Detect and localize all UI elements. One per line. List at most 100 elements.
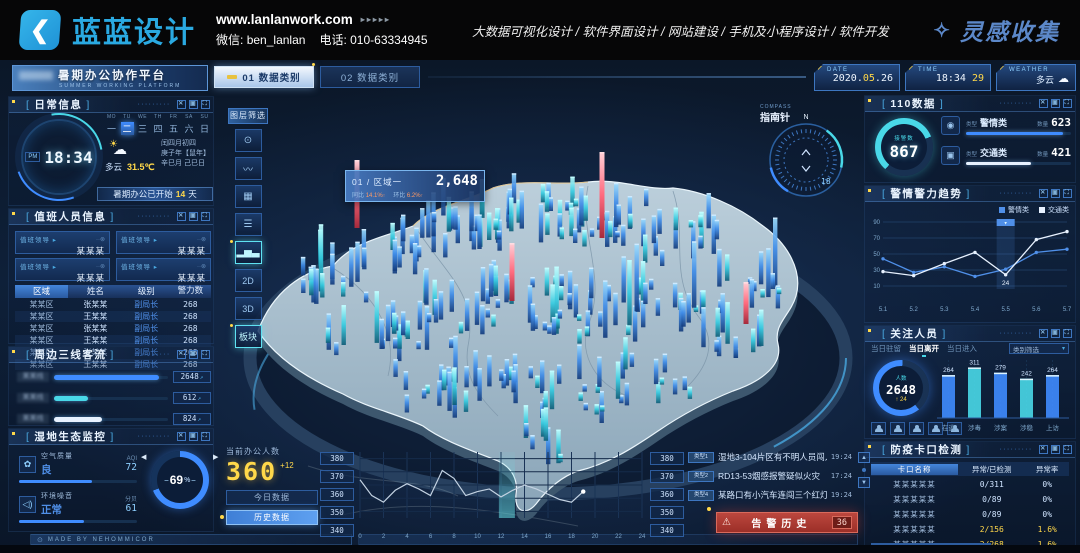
panel-title: 110数据 xyxy=(890,96,935,111)
svg-text:0: 0 xyxy=(358,534,362,540)
svg-text:50: 50 xyxy=(873,252,880,258)
weekday-cell[interactable]: TU二 xyxy=(121,114,134,135)
weekday-cell[interactable]: MO一 xyxy=(105,114,118,135)
bar-chart-icon[interactable]: ▂▅▃ xyxy=(235,241,262,264)
website-link[interactable]: www.lanlanwork.com xyxy=(216,12,353,27)
weather-label: WEATHER xyxy=(997,65,1075,73)
weekday-cell[interactable]: FR五 xyxy=(167,114,180,135)
brand-name: 蓝蓝设计 xyxy=(72,9,196,51)
checkpoint-row[interactable]: 某某某某某2/1561.6% xyxy=(871,523,1069,536)
scroll-down-icon[interactable]: ▼ xyxy=(858,477,870,488)
y-axis-right: 380370360350340 xyxy=(650,452,684,537)
today-data-button[interactable]: 今日数据 xyxy=(226,490,318,505)
person-icon[interactable] xyxy=(909,422,924,435)
flow-value: 824 xyxy=(173,413,211,425)
tab-data-category-1[interactable]: 01 数据类别 xyxy=(214,66,314,88)
close-icon[interactable]: ✕ xyxy=(1039,99,1048,108)
expand-icon[interactable]: ⛶ xyxy=(1063,99,1072,108)
expand-icon[interactable]: ⛶ xyxy=(201,100,210,109)
duty-row[interactable]: 某某区王某某副局长268 xyxy=(15,311,211,322)
close-icon[interactable]: ✕ xyxy=(177,212,186,221)
arrows-decoration: ▸▸▸▸▸ xyxy=(361,15,391,24)
weather-icon: ☀☁ xyxy=(109,141,131,157)
y-axis-left: 380370360350340 xyxy=(320,452,354,537)
more-icon[interactable]: ··⊗ xyxy=(96,236,105,243)
flow-bar xyxy=(54,397,168,400)
expand-icon[interactable]: ⛶ xyxy=(1063,329,1072,338)
person-icon[interactable] xyxy=(890,422,905,435)
eco-gauge-value: 69 xyxy=(170,473,183,487)
mode-3d-button[interactable]: 3D xyxy=(235,297,262,320)
duty-leader-card[interactable]: 值班领导··⊗某某某 xyxy=(15,231,110,254)
expand-icon[interactable]: ⛶ xyxy=(1063,445,1072,454)
close-icon[interactable]: ✕ xyxy=(1039,445,1048,454)
redacted-prefix xyxy=(19,71,53,80)
grid-icon[interactable]: ▦ xyxy=(235,185,262,208)
more-icon[interactable]: ··⊗ xyxy=(96,263,105,270)
flow-value: 2648 xyxy=(173,371,211,383)
more-icon[interactable]: ··⊗ xyxy=(197,263,206,270)
gauge-right-arrow[interactable]: ▶ xyxy=(213,453,218,461)
gauge-delta: ↑ 24 xyxy=(895,397,906,403)
warning-icon: ⚠ xyxy=(722,518,731,528)
list-icon[interactable]: ☰ xyxy=(235,213,262,236)
tab-data-category-2[interactable]: 02 数据类别 xyxy=(320,66,420,88)
personnel-bar-chart[interactable]: 264在逃311涉毒279涉案242涉稳264上访 xyxy=(933,352,1073,438)
expand-icon[interactable]: ⛶ xyxy=(1063,189,1072,198)
alarm-history-button[interactable]: ⚠ 告警历史 36 xyxy=(716,512,858,533)
mode-block-button[interactable]: 板块 xyxy=(235,325,262,348)
duty-row[interactable]: 某某区张某某副局长268 xyxy=(15,299,211,310)
expand-icon[interactable]: ⛶ xyxy=(201,432,210,441)
mode-2d-button[interactable]: 2D xyxy=(235,269,262,292)
checkpoint-row[interactable]: 某某某某某0/3110% xyxy=(871,478,1069,491)
trend-line-chart[interactable]: 9070503010▾245.15.25.35.45.55.65.7 xyxy=(867,214,1073,314)
flow-line-label: 某某线 xyxy=(17,414,49,424)
window-icon[interactable]: ▣ xyxy=(189,350,198,359)
more-icon[interactable]: ··⊗ xyxy=(197,236,206,243)
expand-icon[interactable]: ⛶ xyxy=(201,212,210,221)
svg-text:6: 6 xyxy=(429,534,433,540)
duty-leader-card[interactable]: 值班领导··⊗某某某 xyxy=(116,258,211,281)
alarm-row[interactable]: 类型4某路口有小汽车连闯三个红灯19:24 xyxy=(688,488,852,502)
duty-leader-card[interactable]: 值班领导··⊗某某某 xyxy=(15,258,110,281)
gauge-left-arrow[interactable]: ◀ xyxy=(141,453,146,461)
duty-row[interactable]: 某某区张某某副局长268 xyxy=(15,323,211,334)
camera-icon[interactable]: ⊙ xyxy=(235,129,262,152)
gauge-label: 人数 xyxy=(895,374,906,382)
window-icon[interactable]: ▣ xyxy=(1051,189,1060,198)
duty-leader-card[interactable]: 值班领导··⊗某某某 xyxy=(116,231,211,254)
checkpoint-row[interactable]: 某某某某某0/890% xyxy=(871,508,1069,521)
window-icon[interactable]: ▣ xyxy=(189,212,198,221)
phone-label: 电话: xyxy=(319,33,346,47)
weekday-cell[interactable]: SU日 xyxy=(198,114,211,135)
scroll-up-icon[interactable]: ▲ xyxy=(858,452,870,463)
person-icon[interactable] xyxy=(871,422,886,435)
close-icon[interactable]: ✕ xyxy=(177,350,186,359)
weekday-cell[interactable]: TH四 xyxy=(152,114,165,135)
weekday-cell[interactable]: SA六 xyxy=(183,114,196,135)
window-icon[interactable]: ▣ xyxy=(1051,99,1060,108)
close-icon[interactable]: ✕ xyxy=(177,432,186,441)
history-data-button[interactable]: 历史数据 xyxy=(226,510,318,525)
eco-gauge: 69% xyxy=(151,451,209,509)
expand-icon[interactable]: ⛶ xyxy=(201,350,210,359)
office-trend-chart[interactable]: 024681012141618202224 xyxy=(356,448,648,540)
radar-icon[interactable]: 〰 xyxy=(235,157,262,180)
alarm-row[interactable]: 类型2RD13-53烟感报警疑似火灾17:24 xyxy=(688,469,852,483)
window-icon[interactable]: ▣ xyxy=(189,432,198,441)
checkpoint-row[interactable]: 某某某某某0/890% xyxy=(871,493,1069,506)
close-icon[interactable]: ✕ xyxy=(177,100,186,109)
window-icon[interactable]: ▣ xyxy=(1051,329,1060,338)
svg-text:10: 10 xyxy=(474,534,481,540)
close-icon[interactable]: ✕ xyxy=(1039,329,1048,338)
alarm-row[interactable]: 类型1湿地3-104片区有不明人员闯入19:24 xyxy=(688,450,852,464)
window-icon[interactable]: ▣ xyxy=(189,100,198,109)
weekday-cell[interactable]: WE三 xyxy=(136,114,149,135)
svg-text:5.1: 5.1 xyxy=(879,307,888,313)
lunar-calendar: 闰四月初四庚子年【鼠年】辛巳月 己巳日 xyxy=(161,139,215,169)
window-icon[interactable]: ▣ xyxy=(1051,445,1060,454)
alert-type-name: 警情类 xyxy=(980,116,1034,129)
focus-tab[interactable]: 当日驻留 xyxy=(871,343,901,354)
close-icon[interactable]: ✕ xyxy=(1039,189,1048,198)
duty-row[interactable]: 某某区王某某副局长268 xyxy=(15,335,211,346)
